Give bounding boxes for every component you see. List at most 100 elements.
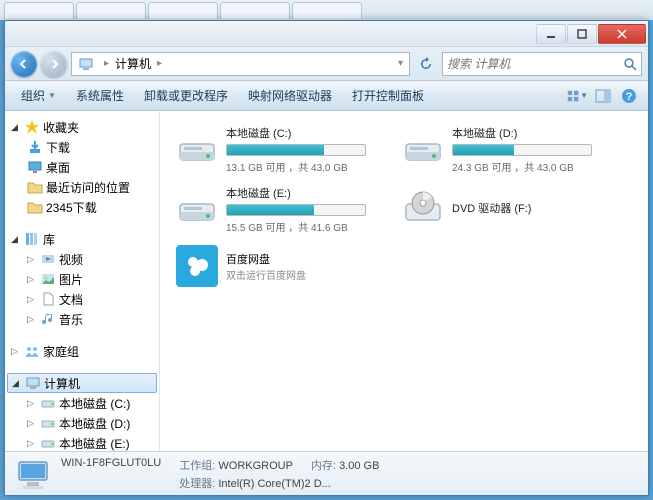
back-button[interactable] [11, 51, 37, 77]
tree-label: 最近访问的位置 [46, 179, 130, 196]
tree-recent[interactable]: 最近访问的位置 [5, 177, 159, 197]
tree-label: 本地磁盘 (E:) [59, 435, 130, 452]
baidu-icon [176, 245, 218, 287]
tree-pictures[interactable]: ▷ 图片 [5, 269, 159, 289]
drive-stats: 13.1 GB 可用 ，共 43.0 GB [226, 159, 382, 174]
close-button[interactable] [598, 24, 646, 44]
workgroup-value: WORKGROUP [218, 460, 293, 472]
drive-stats: 15.5 GB 可用 ，共 41.6 GB [226, 219, 382, 234]
dvd-drive-item[interactable]: DVD 驱动器 (F:) [400, 181, 610, 237]
tree-computer[interactable]: ◢ 计算机 [7, 373, 157, 393]
refresh-button[interactable] [414, 53, 438, 75]
drive-item[interactable]: 本地磁盘 (C:) 13.1 GB 可用 ，共 43.0 GB [174, 121, 384, 177]
forward-button[interactable] [41, 51, 67, 77]
maximize-button[interactable] [567, 24, 597, 44]
drive-icon [176, 128, 218, 170]
expand-icon[interactable]: ▷ [27, 438, 37, 449]
dvd-icon [402, 188, 444, 230]
computer-icon [78, 56, 94, 72]
expand-icon[interactable]: ▷ [27, 294, 37, 305]
preview-pane-button[interactable] [592, 85, 614, 107]
tree-drive-e[interactable]: ▷ 本地磁盘 (E:) [5, 433, 159, 451]
drive-icon [40, 415, 56, 431]
drive-name: DVD 驱动器 (F:) [452, 200, 608, 216]
folder-icon [27, 199, 43, 215]
computer-name: WIN-1F8FGLUT0LU [61, 457, 161, 473]
expand-icon[interactable]: ▷ [11, 346, 21, 357]
command-bar: 组织▼ 系统属性 卸载或更改程序 映射网络驱动器 打开控制面板 ▼ ? [5, 81, 648, 111]
expand-icon[interactable]: ◢ [11, 234, 21, 245]
expand-icon[interactable]: ▷ [27, 398, 37, 409]
details-pane: WIN-1F8FGLUT0LU 工作组: WORKGROUP 内存: 3.00 … [5, 451, 648, 495]
tree-videos[interactable]: ▷ 视频 [5, 249, 159, 269]
drive-stats: 24.3 GB 可用 ，共 43.0 GB [452, 159, 608, 174]
open-control-panel-button[interactable]: 打开控制面板 [344, 84, 432, 107]
tree-music[interactable]: ▷ 音乐 [5, 309, 159, 329]
music-icon [40, 311, 56, 327]
minimize-button[interactable] [536, 24, 566, 44]
tree-label: 2345下载 [46, 199, 97, 216]
drive-item[interactable]: 本地磁盘 (E:) 15.5 GB 可用 ，共 41.6 GB [174, 181, 384, 237]
tree-downloads[interactable]: 下载 [5, 137, 159, 157]
search-icon [623, 57, 637, 71]
drive-name: 本地磁盘 (E:) [226, 185, 382, 201]
expand-icon[interactable]: ▷ [27, 314, 37, 325]
drive-name: 本地磁盘 (C:) [226, 125, 382, 141]
tree-drive-c[interactable]: ▷本地磁盘 (C:) [5, 393, 159, 413]
expand-icon[interactable]: ▷ [27, 418, 37, 429]
window-titlebar [5, 21, 648, 47]
tree-homegroup[interactable]: ▷ 家庭组 [5, 341, 159, 361]
organize-menu[interactable]: 组织▼ [13, 84, 64, 107]
breadcrumb-item[interactable]: 计算机 [115, 55, 151, 72]
tree-label: 桌面 [46, 159, 70, 176]
homegroup-icon [24, 343, 40, 359]
svg-text:?: ? [626, 91, 633, 103]
tree-label: 收藏夹 [43, 119, 79, 136]
drive-item[interactable]: 本地磁盘 (D:) 24.3 GB 可用 ，共 43.0 GB [400, 121, 610, 177]
drive-icon [40, 435, 56, 451]
tree-label: 家庭组 [43, 343, 79, 360]
tree-label: 本地磁盘 (D:) [59, 415, 130, 432]
drive-usage-bar [226, 204, 366, 216]
drive-icon [176, 188, 218, 230]
map-network-drive-button[interactable]: 映射网络驱动器 [240, 84, 340, 107]
drive-name: 本地磁盘 (D:) [452, 125, 608, 141]
help-button[interactable]: ? [618, 85, 640, 107]
tree-documents[interactable]: ▷ 文档 [5, 289, 159, 309]
baidu-netdisk-item[interactable]: 百度网盘双击运行百度网盘 [174, 241, 384, 291]
breadcrumb-dropdown-icon[interactable]: ▾ [394, 58, 407, 69]
app-subtitle: 双击运行百度网盘 [226, 267, 306, 282]
download-icon [27, 139, 43, 155]
expand-icon[interactable]: ◢ [12, 378, 22, 389]
tree-label: 图片 [59, 271, 83, 288]
pictures-icon [40, 271, 56, 287]
tree-2345-downloads[interactable]: 2345下载 [5, 197, 159, 217]
app-name: 百度网盘 [226, 251, 306, 267]
tree-libraries[interactable]: ◢ 库 [5, 229, 159, 249]
breadcrumb-sep-icon: ▸ [151, 58, 168, 69]
library-icon [24, 231, 40, 247]
computer-icon [15, 456, 51, 492]
system-properties-button[interactable]: 系统属性 [68, 84, 132, 107]
search-input[interactable] [447, 57, 623, 71]
view-options-button[interactable]: ▼ [566, 85, 588, 107]
tree-label: 视频 [59, 251, 83, 268]
cpu-label: 处理器: [179, 478, 215, 490]
expand-icon[interactable]: ◢ [11, 122, 21, 133]
expand-icon[interactable]: ▷ [27, 274, 37, 285]
tree-label: 音乐 [59, 311, 83, 328]
computer-icon [25, 375, 41, 391]
tree-label: 计算机 [44, 375, 80, 392]
cpu-value: Intel(R) Core(TM)2 D... [218, 478, 330, 490]
tree-favorites[interactable]: ◢ 收藏夹 [5, 117, 159, 137]
drive-usage-bar [226, 144, 366, 156]
expand-icon[interactable]: ▷ [27, 254, 37, 265]
tree-label: 文档 [59, 291, 83, 308]
memory-value: 3.00 GB [339, 460, 379, 472]
uninstall-programs-button[interactable]: 卸载或更改程序 [136, 84, 236, 107]
tree-desktop[interactable]: 桌面 [5, 157, 159, 177]
tree-drive-d[interactable]: ▷ 本地磁盘 (D:) [5, 413, 159, 433]
breadcrumb[interactable]: ▸ 计算机 ▸ ▾ [71, 52, 410, 76]
search-box[interactable] [442, 52, 642, 76]
background-browser-tabs [0, 0, 653, 20]
